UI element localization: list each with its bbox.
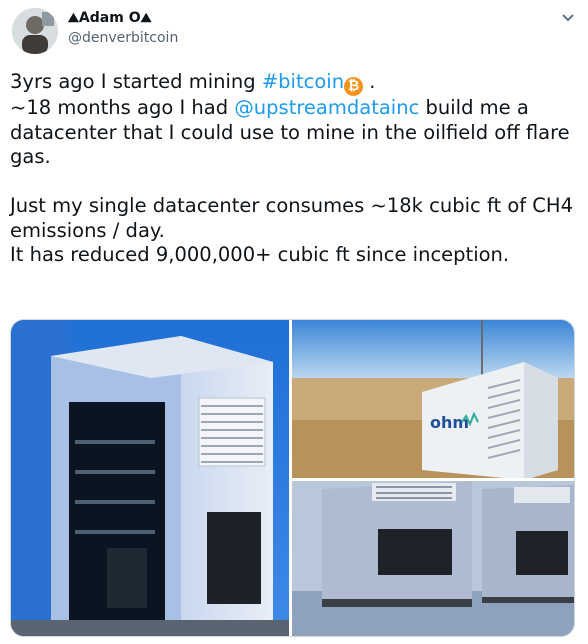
hashtag-link[interactable]: #bitcoin bbox=[262, 70, 344, 93]
mountain-icon: ⛰ bbox=[68, 11, 79, 26]
media-photo-datacenter-units[interactable] bbox=[292, 481, 574, 636]
tweet-line: It has reduced 9,000,000+ cubic ft since… bbox=[10, 243, 510, 266]
user-handle[interactable]: @denverbitcoin bbox=[68, 30, 178, 46]
display-name[interactable]: ⛰Adam O⛰ bbox=[68, 10, 152, 26]
tweet: ⛰Adam O⛰ @denverbitcoin 3yrs ago I start… bbox=[0, 0, 588, 644]
display-name-text: Adam O bbox=[78, 10, 141, 26]
ohm-logo: ohm bbox=[430, 413, 469, 432]
bitcoin-icon: ₿ bbox=[344, 77, 364, 96]
tweet-line: ~18 months ago I had @upstreamdatainc bu… bbox=[10, 96, 570, 168]
tweet-text: 3yrs ago I started mining #bitcoin ₿ . ~1… bbox=[10, 70, 576, 268]
avatar[interactable] bbox=[12, 8, 58, 54]
mountain-icon: ⛰ bbox=[140, 11, 152, 26]
media-photo-datacenter-open[interactable] bbox=[11, 320, 289, 636]
chevron-down-icon[interactable] bbox=[556, 8, 580, 32]
tweet-line: Just my single datacenter consumes ~18k … bbox=[10, 194, 573, 242]
media-photo-datacenter-field[interactable]: ohm bbox=[292, 320, 574, 478]
tweet-line: 3yrs ago I started mining #bitcoin ₿ . bbox=[10, 70, 376, 96]
mention-link[interactable]: @upstreamdatainc bbox=[234, 96, 419, 119]
media-grid: ohm bbox=[10, 319, 575, 637]
